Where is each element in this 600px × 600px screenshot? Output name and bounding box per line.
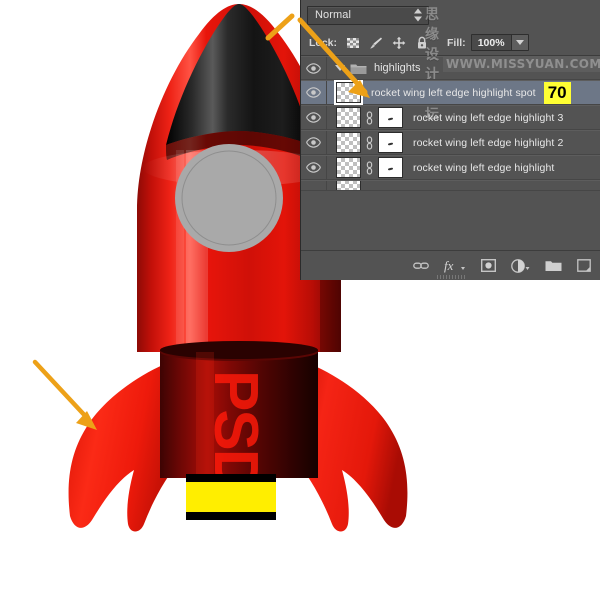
layer-thumbnail[interactable] bbox=[336, 107, 361, 128]
layer-row-highlight[interactable]: rocket wing left edge highlight bbox=[301, 155, 600, 180]
new-adjustment-layer-icon[interactable] bbox=[511, 259, 530, 273]
svg-text:fx: fx bbox=[444, 259, 454, 273]
layer-row-highlight-spot[interactable]: rocket wing left edge highlight spot 70 bbox=[301, 80, 600, 105]
add-layer-mask-icon[interactable] bbox=[481, 259, 496, 272]
eye-icon[interactable] bbox=[301, 57, 327, 79]
layer-style-fx-icon[interactable]: fx bbox=[444, 259, 466, 273]
rocket-psd-text: PSD bbox=[201, 370, 270, 492]
layer-thumbnail[interactable] bbox=[336, 82, 361, 103]
layer-row-partial[interactable] bbox=[301, 180, 600, 191]
eye-icon[interactable] bbox=[301, 81, 327, 104]
link-chain-icon[interactable] bbox=[364, 161, 375, 175]
lock-position-move-icon[interactable] bbox=[392, 36, 406, 50]
new-layer-icon[interactable] bbox=[577, 259, 591, 272]
layer-thumbnail[interactable] bbox=[336, 157, 361, 178]
up-down-stepper-icon[interactable] bbox=[414, 9, 423, 22]
lock-image-pixels-brush-icon[interactable] bbox=[369, 36, 383, 50]
blend-mode-row: Normal 思缘设计论坛 WWW.MISSYUAN.COM bbox=[301, 0, 600, 30]
layer-mask-thumbnail[interactable] bbox=[378, 157, 403, 178]
link-chain-icon[interactable] bbox=[364, 136, 375, 150]
layer-mask-thumbnail[interactable] bbox=[378, 107, 403, 128]
rocket-tail-bands bbox=[186, 474, 276, 520]
lock-transparent-pixels-icon[interactable] bbox=[346, 36, 360, 50]
blend-mode-value: Normal bbox=[308, 9, 351, 21]
blend-mode-select[interactable]: Normal bbox=[307, 6, 429, 25]
rocket-window bbox=[175, 144, 283, 252]
screenshot-root: PSD Normal 思缘设计论坛 WWW.MISSYUAN.COM bbox=[0, 0, 600, 600]
layer-name: rocket wing left edge highlight 2 bbox=[413, 137, 563, 149]
layer-row-highlight-3[interactable]: rocket wing left edge highlight 3 bbox=[301, 105, 600, 130]
layer-name: rocket wing left edge highlight bbox=[413, 162, 554, 174]
link-layers-icon[interactable] bbox=[413, 260, 429, 272]
layer-thumbnail[interactable] bbox=[336, 180, 361, 191]
layer-mask-thumbnail[interactable] bbox=[378, 132, 403, 153]
rocket-lower-section: PSD bbox=[160, 341, 318, 492]
layer-thumbnail[interactable] bbox=[336, 132, 361, 153]
layer-name: rocket wing left edge highlight 3 bbox=[413, 112, 563, 124]
triangle-down-icon[interactable] bbox=[335, 65, 345, 71]
layers-panel-toolbar: fx bbox=[301, 250, 600, 280]
link-chain-icon[interactable] bbox=[364, 111, 375, 125]
opacity-callout-badge: 70 bbox=[544, 82, 571, 104]
new-group-folder-icon[interactable] bbox=[545, 259, 562, 272]
folder-icon bbox=[350, 62, 367, 75]
layer-group-row-highlights[interactable]: highlights bbox=[301, 56, 600, 80]
eye-icon[interactable] bbox=[301, 181, 327, 190]
eye-icon[interactable] bbox=[301, 156, 327, 179]
layer-row-highlight-2[interactable]: rocket wing left edge highlight 2 bbox=[301, 130, 600, 155]
layer-list: highlights rocket wing left edge highlig… bbox=[301, 56, 600, 191]
eye-icon[interactable] bbox=[301, 106, 327, 129]
panel-resize-grip[interactable] bbox=[437, 275, 465, 279]
eye-icon[interactable] bbox=[301, 131, 327, 154]
lock-label: Lock: bbox=[309, 37, 337, 49]
layers-panel: Normal 思缘设计论坛 WWW.MISSYUAN.COM Lock: bbox=[300, 0, 600, 280]
layer-name: rocket wing left edge highlight spot bbox=[371, 87, 536, 99]
layer-group-name: highlights bbox=[374, 62, 420, 74]
